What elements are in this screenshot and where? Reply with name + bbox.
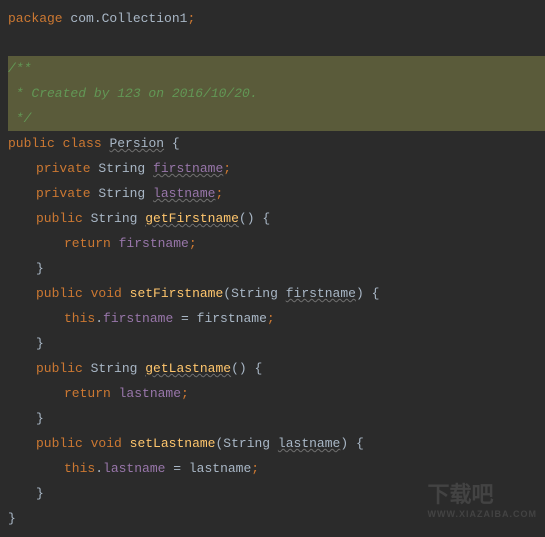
param-lastname: lastname (278, 436, 340, 451)
field-firstname: firstname (153, 161, 223, 176)
class-decl[interactable]: public class Persion { (8, 131, 545, 156)
doc-open: /** (8, 61, 31, 76)
assign-firstname[interactable]: this.firstname = firstname; (8, 306, 545, 331)
keyword-public: public (8, 136, 55, 151)
return-firstname[interactable]: return firstname; (8, 231, 545, 256)
brace-close[interactable]: } (8, 256, 545, 281)
field-lastname: lastname (153, 186, 215, 201)
field-lastname-decl[interactable]: private String lastname; (8, 181, 545, 206)
keyword-package: package (8, 11, 63, 26)
keyword-class: class (63, 136, 102, 151)
setLastname-decl[interactable]: public void setLastname(String lastname)… (8, 431, 545, 456)
assign-lastname[interactable]: this.lastname = lastname; (8, 456, 545, 481)
code-editor[interactable]: package com.Collection1; /** * Created b… (0, 0, 545, 537)
line-package[interactable]: package com.Collection1; (8, 6, 545, 31)
brace-close[interactable]: } (8, 406, 545, 431)
param-firstname: firstname (286, 286, 356, 301)
doc-text: * Created by 123 on 2016/10/20. (8, 86, 258, 101)
setFirstname-decl[interactable]: public void setFirstname(String firstnam… (8, 281, 545, 306)
class-brace-close[interactable]: } (8, 506, 545, 531)
field-firstname-decl[interactable]: private String firstname; (8, 156, 545, 181)
return-lastname[interactable]: return lastname; (8, 381, 545, 406)
method-setFirstname: setFirstname (130, 286, 224, 301)
class-name: Persion (109, 136, 164, 151)
method-getLastname: getLastname (145, 361, 231, 376)
brace-close[interactable]: } (8, 331, 545, 356)
method-getFirstname: getFirstname (145, 211, 239, 226)
brace-open: { (172, 136, 180, 151)
blank-line[interactable] (8, 31, 545, 56)
doc-comment-block[interactable]: /** * Created by 123 on 2016/10/20. */ (8, 56, 545, 131)
method-setLastname: setLastname (130, 436, 216, 451)
package-name: com.Collection1 (63, 11, 188, 26)
doc-close: */ (8, 111, 31, 126)
getLastname-decl[interactable]: public String getLastname() { (8, 356, 545, 381)
brace-close[interactable]: } (8, 481, 545, 506)
semicolon: ; (187, 11, 195, 26)
getFirstname-decl[interactable]: public String getFirstname() { (8, 206, 545, 231)
